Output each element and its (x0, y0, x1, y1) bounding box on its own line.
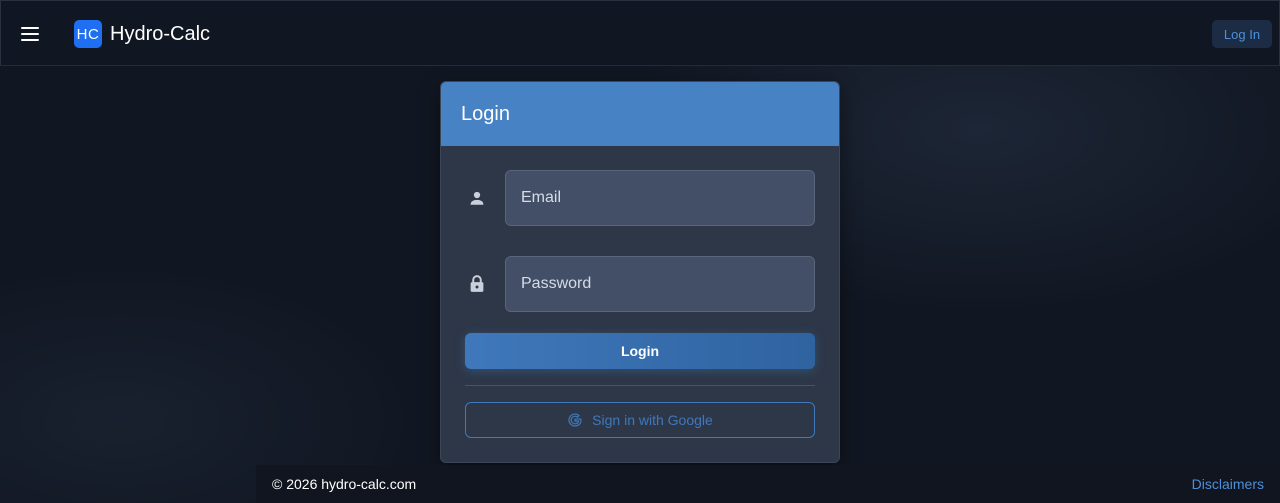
copyright-text: © 2026 hydro-calc.com (272, 476, 417, 492)
google-g-icon (567, 412, 583, 428)
login-card: Login Email Password Login Sign in with … (440, 81, 840, 463)
brand-home-link[interactable]: HC Hydro-Calc (74, 20, 210, 48)
google-sign-in-button[interactable]: Sign in with Google (465, 402, 815, 438)
password-field[interactable]: Password (505, 256, 815, 312)
password-row: Password (465, 256, 815, 312)
email-row: Email (465, 170, 815, 226)
card-title: Login (461, 102, 510, 125)
log-in-button[interactable]: Log In (1212, 20, 1272, 48)
login-submit-button[interactable]: Login (465, 333, 815, 369)
divider (465, 385, 815, 386)
login-card-header: Login (441, 82, 839, 146)
app-name: Hydro-Calc (110, 22, 211, 45)
lock-icon (465, 272, 489, 296)
logo-badge: HC (74, 20, 102, 48)
top-app-bar: HC Hydro-Calc Log In (0, 0, 1280, 66)
google-sign-in-label: Sign in with Google (592, 412, 713, 428)
footer: © 2026 hydro-calc.com Disclaimers (256, 465, 1280, 503)
hamburger-menu-icon[interactable] (15, 19, 45, 49)
person-icon (465, 186, 489, 210)
email-field[interactable]: Email (505, 170, 815, 226)
disclaimers-link[interactable]: Disclaimers (1192, 476, 1264, 492)
